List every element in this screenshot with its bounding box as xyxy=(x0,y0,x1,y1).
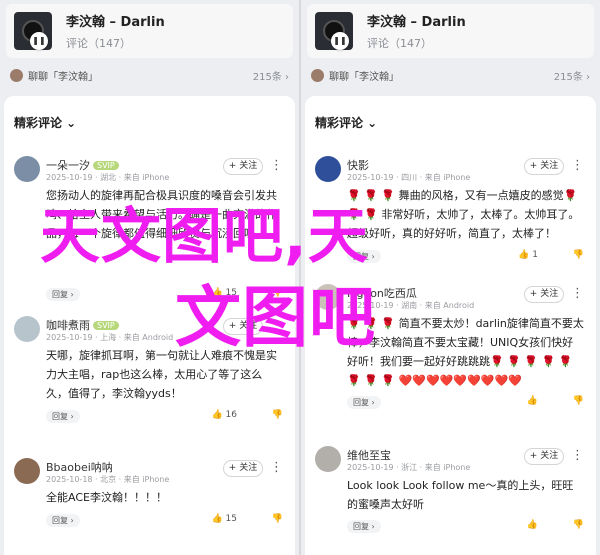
comment-meta: 2025-10-19 · 浙江 · 来自 iPhone xyxy=(347,463,471,472)
like-button[interactable]: 👍 16 xyxy=(211,410,237,420)
like-button[interactable]: 👍 xyxy=(527,396,538,406)
watermark-line-2: 文图吧 xyxy=(175,279,376,356)
chat-bar-label: 聊聊「李汶翰」 xyxy=(28,71,98,83)
like-button[interactable]: 👍 15 xyxy=(211,514,237,524)
comment-meta: 2025-10-19 · 湖北 · 来自 iPhone xyxy=(46,173,170,182)
like-button[interactable]: 👍 1 xyxy=(518,250,538,260)
pause-icon[interactable]: ❚❚ xyxy=(30,32,48,50)
follow-button[interactable]: + 关注 xyxy=(524,158,564,175)
comment-meta: 2025-10-18 · 北京 · 来自 iPhone xyxy=(46,475,170,484)
more-icon[interactable]: ⋮ xyxy=(270,460,283,475)
more-icon[interactable]: ⋮ xyxy=(571,448,584,463)
pause-icon[interactable]: ❚❚ xyxy=(331,32,349,50)
comment-text: Look look Look follow me～真的上头，旺旺的蜜嗓声太好听 xyxy=(347,479,574,511)
reply-button[interactable]: 回复 › xyxy=(46,288,80,301)
watermark-line-1: 天文图吧,天 xyxy=(40,202,369,272)
avatar[interactable] xyxy=(14,316,40,342)
vip-badge: SVIP xyxy=(93,321,119,330)
comment-text: 🌹 🌹 🌹 舞曲的风格，又有一点嬉皮的感觉🌹 🌹 🌹 非常好听，太帅了，太棒了。… xyxy=(347,189,580,240)
dislike-icon[interactable]: 👎 xyxy=(573,250,584,260)
song-title: 李汶翰 – Darlin xyxy=(66,15,165,30)
chat-count[interactable]: 215条 › xyxy=(253,68,289,83)
comment-text: 🌹 🌹 🌹 简直不要太炒！darlin旋律简直不要太棒，李汶翰简直不要太宝藏！U… xyxy=(347,317,584,387)
avatar xyxy=(311,68,324,82)
now-playing-card[interactable]: ❚❚ 李汶翰 – Darlin 评论（147） xyxy=(6,4,293,58)
avatar[interactable] xyxy=(14,156,40,182)
dislike-icon[interactable]: 👎 xyxy=(573,520,584,530)
avatar[interactable] xyxy=(315,156,341,182)
song-title: 李汶翰 – Darlin xyxy=(367,15,466,30)
sort-dropdown[interactable]: 精彩评论 ⌄ xyxy=(315,114,377,131)
follow-button[interactable]: + 关注 xyxy=(223,460,263,477)
dislike-icon[interactable]: 👎 xyxy=(272,410,283,420)
more-icon[interactable]: ⋮ xyxy=(571,286,584,301)
comment-text: 全能ACE李汶翰！！！！ xyxy=(46,491,167,504)
comment-item: Bbaobei呐呐 2025-10-18 · 北京 · 来自 iPhone + … xyxy=(4,458,295,538)
comments-count: 评论（147） xyxy=(66,37,131,50)
comment-meta: 2025-10-19 · 上海 · 来自 Android xyxy=(46,333,174,342)
reply-button[interactable]: 回复 › xyxy=(46,514,80,527)
avatar[interactable] xyxy=(14,458,40,484)
dislike-icon[interactable]: 👎 xyxy=(573,396,584,406)
follow-button[interactable]: + 关注 xyxy=(524,448,564,465)
comment-username[interactable]: 维他至宝 xyxy=(347,447,391,463)
reply-button[interactable]: 回复 › xyxy=(347,396,381,409)
chat-bar-label: 聊聊「李汶翰」 xyxy=(329,71,399,83)
now-playing-card[interactable]: ❚❚ 李汶翰 – Darlin 评论（147） xyxy=(307,4,594,58)
comment-username[interactable]: 咖啡煮雨 SVIP xyxy=(46,317,119,333)
right-phone-panel: ❚❚ 李汶翰 – Darlin 评论（147） 聊聊「李汶翰」 215条 › 精… xyxy=(301,0,600,555)
follow-button[interactable]: + 关注 xyxy=(524,286,564,303)
left-phone-panel: ❚❚ 李汶翰 – Darlin 评论（147） 聊聊「李汶翰」 215条 › 精… xyxy=(0,0,299,555)
reply-button[interactable]: 回复 › xyxy=(347,520,381,533)
comment-username[interactable]: Bbaobei呐呐 xyxy=(46,459,113,475)
comment-username[interactable]: 一朵一汐 SVIP xyxy=(46,157,119,173)
comment-username[interactable]: 快影 xyxy=(347,157,369,173)
comment-item: 维他至宝 2025-10-19 · 浙江 · 来自 iPhone + 关注 ⋮ … xyxy=(305,446,596,546)
comments-count: 评论（147） xyxy=(367,37,432,50)
chat-count[interactable]: 215条 › xyxy=(554,68,590,83)
avatar xyxy=(10,68,23,82)
vip-badge: SVIP xyxy=(93,161,119,170)
follow-button[interactable]: + 关注 xyxy=(223,158,263,175)
chat-bar[interactable]: 聊聊「李汶翰」 215条 › xyxy=(10,66,289,84)
more-icon[interactable]: ⋮ xyxy=(270,158,283,173)
reply-button[interactable]: 回复 › xyxy=(46,410,80,423)
more-icon[interactable]: ⋮ xyxy=(571,158,584,173)
sort-dropdown[interactable]: 精彩评论 ⌄ xyxy=(14,114,76,131)
dislike-icon[interactable]: 👎 xyxy=(272,514,283,524)
comment-meta: 2025-10-19 · 四川 · 来自 iPhone xyxy=(347,173,471,182)
chat-bar[interactable]: 聊聊「李汶翰」 215条 › xyxy=(311,66,590,84)
like-button[interactable]: 👍 xyxy=(527,520,538,530)
avatar[interactable] xyxy=(315,446,341,472)
